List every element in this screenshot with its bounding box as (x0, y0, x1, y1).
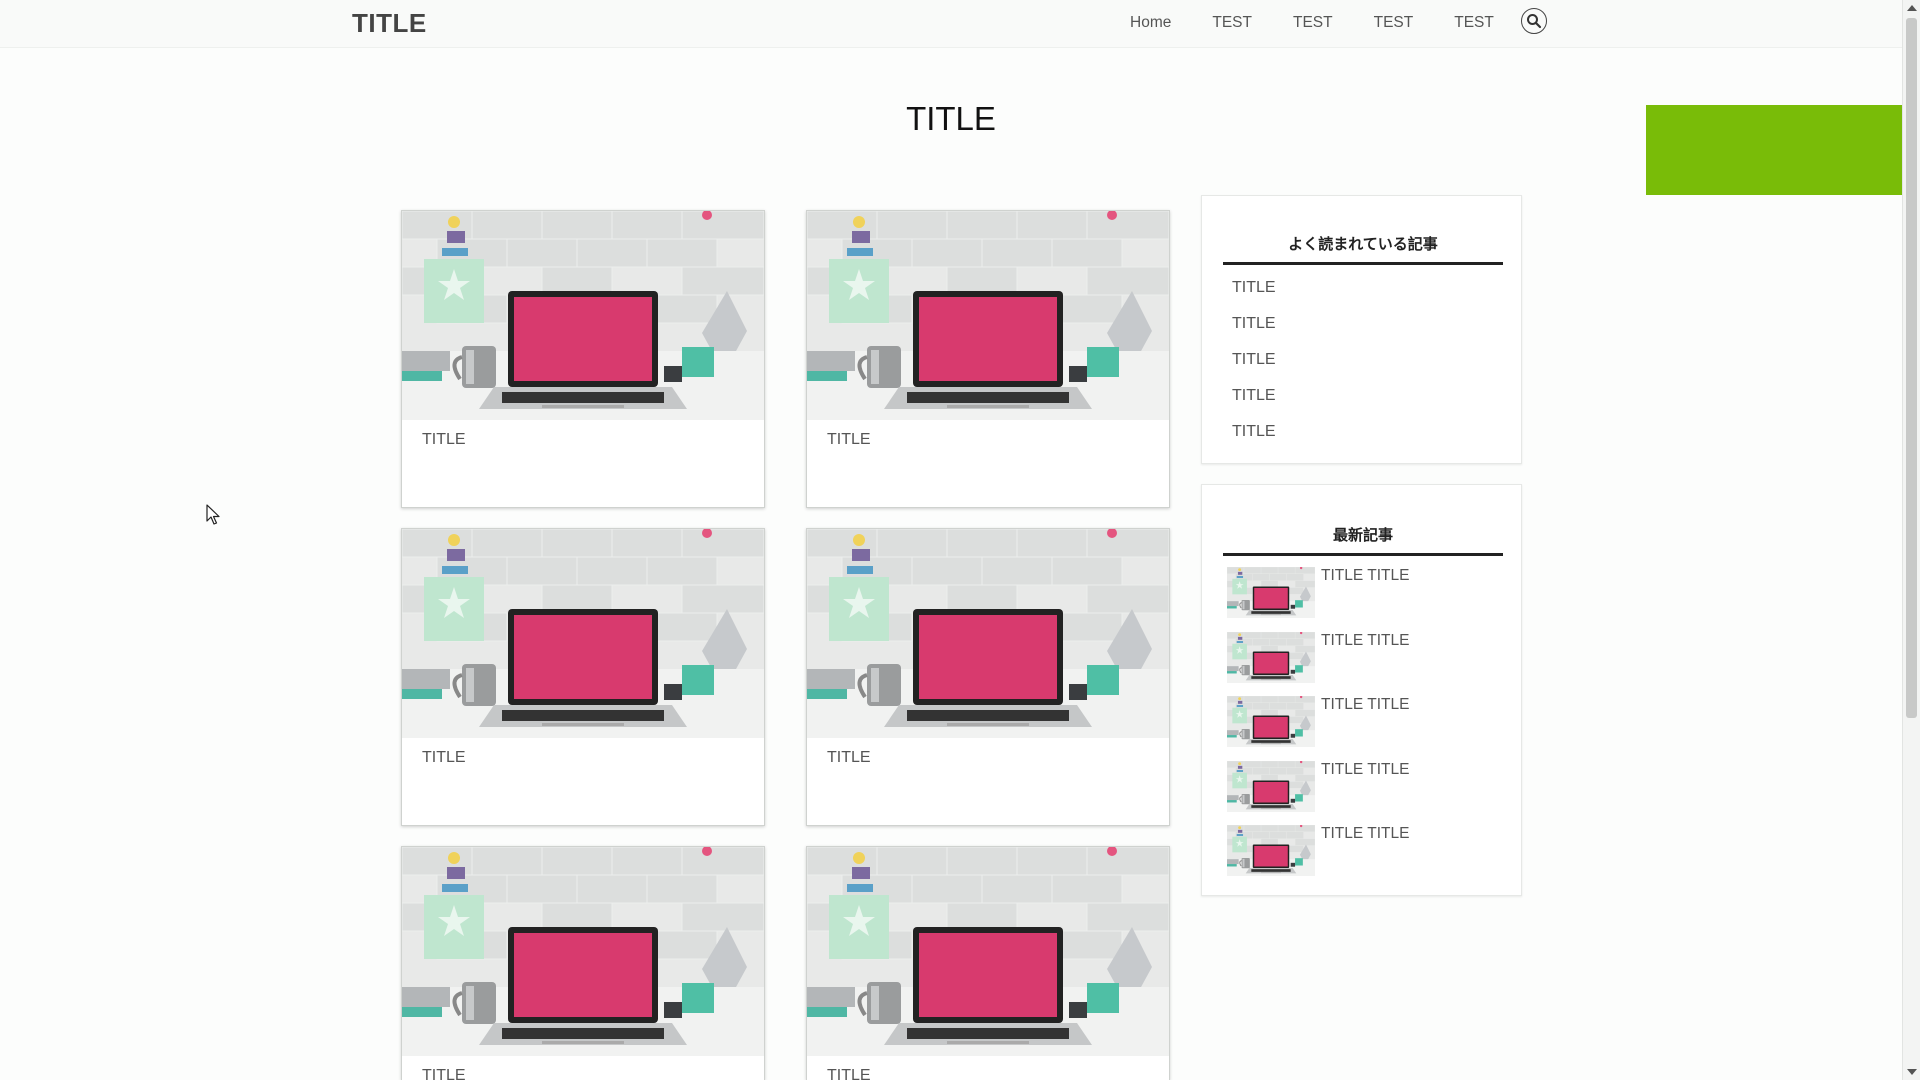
article-card[interactable]: TITLE (806, 846, 1170, 1080)
popular-posts-widget: よく読まれている記事 TITLE TITLE TITLE TITLE TITLE (1201, 195, 1522, 464)
recent-post-thumbnail (1227, 825, 1315, 876)
recent-post-thumbnail (1227, 761, 1315, 812)
recent-post-item[interactable]: TITLE TITLE (1227, 567, 1507, 619)
page: TITLE Home TEST TEST TEST TEST TITLE TIT… (0, 0, 1920, 1080)
card-image (402, 529, 764, 738)
card-image (807, 529, 1169, 738)
nav-test-4[interactable]: TEST (1454, 14, 1494, 32)
popular-post-link[interactable]: TITLE (1232, 279, 1276, 297)
popular-post-link[interactable]: TITLE (1232, 387, 1276, 405)
card-title: TITLE (422, 431, 466, 448)
card-image (807, 211, 1169, 420)
article-card[interactable]: TITLE (806, 528, 1170, 826)
nav-test-3[interactable]: TEST (1374, 14, 1414, 32)
nav-home[interactable]: Home (1130, 14, 1171, 32)
card-image (402, 211, 764, 420)
site-title[interactable]: TITLE (352, 8, 427, 39)
card-title: TITLE (422, 749, 466, 766)
scroll-up-arrow-icon[interactable] (1907, 5, 1917, 11)
green-banner[interactable] (1646, 105, 1920, 195)
popular-posts-heading: よく読まれている記事 (1223, 233, 1503, 265)
recent-post-item[interactable]: TITLE TITLE (1227, 825, 1507, 877)
recent-post-title: TITLE TITLE (1321, 567, 1410, 584)
recent-post-thumbnail (1227, 696, 1315, 747)
mouse-cursor-icon (206, 504, 220, 525)
nav-test-1[interactable]: TEST (1212, 14, 1252, 32)
recent-post-title: TITLE TITLE (1321, 761, 1410, 778)
recent-post-thumbnail (1227, 632, 1315, 683)
page-title: TITLE (906, 100, 996, 137)
article-card[interactable]: TITLE (401, 210, 765, 508)
card-image (402, 847, 764, 1056)
popular-post-link[interactable]: TITLE (1232, 315, 1276, 333)
vertical-scrollbar[interactable] (1902, 0, 1920, 1080)
recent-post-title: TITLE TITLE (1321, 696, 1410, 713)
card-title: TITLE (827, 1067, 871, 1080)
card-image (807, 847, 1169, 1056)
popular-post-link[interactable]: TITLE (1232, 351, 1276, 369)
scrollbar-thumb[interactable] (1906, 18, 1917, 718)
nav-test-2[interactable]: TEST (1293, 14, 1333, 32)
main-nav: Home TEST TEST TEST TEST (1130, 0, 1535, 46)
search-button[interactable] (1521, 8, 1547, 34)
article-card[interactable]: TITLE (401, 846, 765, 1080)
recent-post-title: TITLE TITLE (1321, 825, 1410, 842)
recent-post-thumbnail (1227, 567, 1315, 618)
site-header: TITLE Home TEST TEST TEST TEST (0, 0, 1902, 48)
recent-post-title: TITLE TITLE (1321, 632, 1410, 649)
article-card[interactable]: TITLE (806, 210, 1170, 508)
recent-post-item[interactable]: TITLE TITLE (1227, 696, 1507, 748)
card-title: TITLE (827, 431, 871, 448)
search-icon (1527, 14, 1542, 29)
recent-posts-widget: 最新記事 TITLE TITLE TITLE TITLE TITLE TITLE… (1201, 484, 1522, 896)
popular-post-link[interactable]: TITLE (1232, 423, 1276, 441)
scroll-down-arrow-icon[interactable] (1907, 1069, 1917, 1075)
card-title: TITLE (827, 749, 871, 766)
recent-posts-heading: 最新記事 (1223, 524, 1503, 556)
card-title: TITLE (422, 1067, 466, 1080)
recent-post-item[interactable]: TITLE TITLE (1227, 632, 1507, 684)
article-card[interactable]: TITLE (401, 528, 765, 826)
recent-post-item[interactable]: TITLE TITLE (1227, 761, 1507, 813)
